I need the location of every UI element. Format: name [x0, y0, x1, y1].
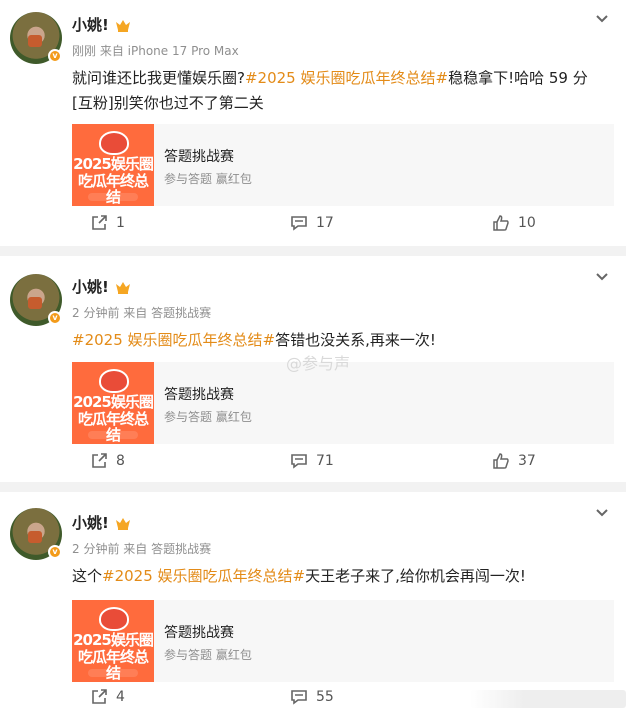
share-icon: [92, 453, 107, 468]
action-bar: 8 71 37: [0, 452, 626, 476]
username-label: 小姚!: [72, 514, 109, 532]
post-time: 2 分钟前: [72, 542, 120, 556]
post-source: 来自 iPhone 17 Pro Max: [99, 44, 239, 58]
post-time: 刚刚: [72, 44, 97, 58]
post-meta: 2 分钟前 来自 答题挑战赛: [72, 304, 211, 321]
hashtag-link[interactable]: #2025 娱乐圈吃瓜年终总结#: [72, 331, 275, 349]
share-count: 8: [116, 453, 125, 469]
username[interactable]: 小姚!: [72, 512, 131, 533]
verified-badge-icon: v: [48, 545, 62, 559]
watermark: @参与声: [286, 354, 351, 373]
quiz-card-subtitle: 参与答题 赢红包: [164, 410, 252, 424]
share-count: 1: [116, 215, 125, 231]
post-time: 2 分钟前: [72, 306, 120, 320]
like-button[interactable]: 10: [492, 214, 536, 232]
post-text: 这个#2025 娱乐圈吃瓜年终总结#天王老子来了,给你机会再闯一次!: [72, 567, 526, 585]
username[interactable]: 小姚!: [72, 14, 131, 35]
post: v 小姚! 2 分钟前 来自 答题挑战赛 这个#2025 娱乐圈吃瓜年终总结#天…: [0, 492, 626, 719]
post-source: 来自 答题挑战赛: [123, 542, 212, 556]
quiz-card[interactable]: 2025娱乐圈 吃瓜年终总结 答题挑战赛 参与答题 赢红包: [72, 600, 614, 682]
chevron-down-icon[interactable]: [594, 504, 610, 520]
chevron-down-icon[interactable]: [594, 268, 610, 284]
quiz-card-title: 答题挑战赛: [164, 387, 234, 403]
post-source: 来自 答题挑战赛: [123, 306, 212, 320]
username-label: 小姚!: [72, 16, 109, 34]
quiz-card-title: 答题挑战赛: [164, 625, 234, 641]
like-button[interactable]: 37: [492, 452, 536, 470]
thumbs-up-icon: [493, 453, 509, 469]
crown-icon: [115, 281, 130, 294]
crown-icon: [115, 517, 130, 530]
post-meta: 刚刚 来自 iPhone 17 Pro Max: [72, 42, 239, 59]
overlay-fade: [470, 690, 626, 708]
quiz-card[interactable]: 2025娱乐圈 吃瓜年终总结 答题挑战赛 参与答题 赢红包: [72, 362, 614, 444]
comment-count: 71: [316, 453, 334, 469]
post-text: 就问谁还比我更懂娱乐圈?#2025 娱乐圈吃瓜年终总结#稳稳拿下!哈哈 59 分…: [72, 69, 588, 112]
comment-button[interactable]: 71: [290, 452, 334, 470]
hashtag-link[interactable]: #2025 娱乐圈吃瓜年终总结#: [102, 567, 305, 585]
username[interactable]: 小姚!: [72, 276, 131, 297]
comment-icon: [291, 690, 307, 705]
quiz-card-image: 2025娱乐圈 吃瓜年终总结: [72, 362, 154, 444]
quiz-card-image: 2025娱乐圈 吃瓜年终总结: [72, 124, 154, 206]
share-count: 4: [116, 689, 125, 705]
comment-icon: [291, 454, 307, 469]
comment-icon: [291, 216, 307, 231]
crown-icon: [115, 19, 130, 32]
like-count: 10: [518, 215, 536, 231]
verified-badge-icon: v: [48, 311, 62, 325]
quiz-card-title: 答题挑战赛: [164, 149, 234, 165]
share-icon: [92, 215, 107, 230]
share-button[interactable]: 4: [90, 688, 125, 706]
share-button[interactable]: 8: [90, 452, 125, 470]
post-meta: 2 分钟前 来自 答题挑战赛: [72, 540, 211, 557]
username-label: 小姚!: [72, 278, 109, 296]
comment-button[interactable]: 17: [290, 214, 334, 232]
quiz-card-image: 2025娱乐圈 吃瓜年终总结: [72, 600, 154, 682]
action-bar: 1 17 10: [0, 214, 626, 238]
like-count: 37: [518, 453, 536, 469]
quiz-card-subtitle: 参与答题 赢红包: [164, 648, 252, 662]
comment-count: 55: [316, 689, 334, 705]
post: v 小姚! 刚刚 来自 iPhone 17 Pro Max 就问谁还比我更懂娱乐…: [0, 0, 626, 246]
share-button[interactable]: 1: [90, 214, 125, 232]
comment-button[interactable]: 55: [290, 688, 334, 706]
share-icon: [92, 689, 107, 704]
verified-badge-icon: v: [48, 49, 62, 63]
thumbs-up-icon: [493, 215, 509, 231]
quiz-card-subtitle: 参与答题 赢红包: [164, 172, 252, 186]
comment-count: 17: [316, 215, 334, 231]
hashtag-link[interactable]: #2025 娱乐圈吃瓜年终总结#: [245, 69, 448, 87]
chevron-down-icon[interactable]: [594, 10, 610, 26]
quiz-card[interactable]: 2025娱乐圈 吃瓜年终总结 答题挑战赛 参与答题 赢红包: [72, 124, 614, 206]
